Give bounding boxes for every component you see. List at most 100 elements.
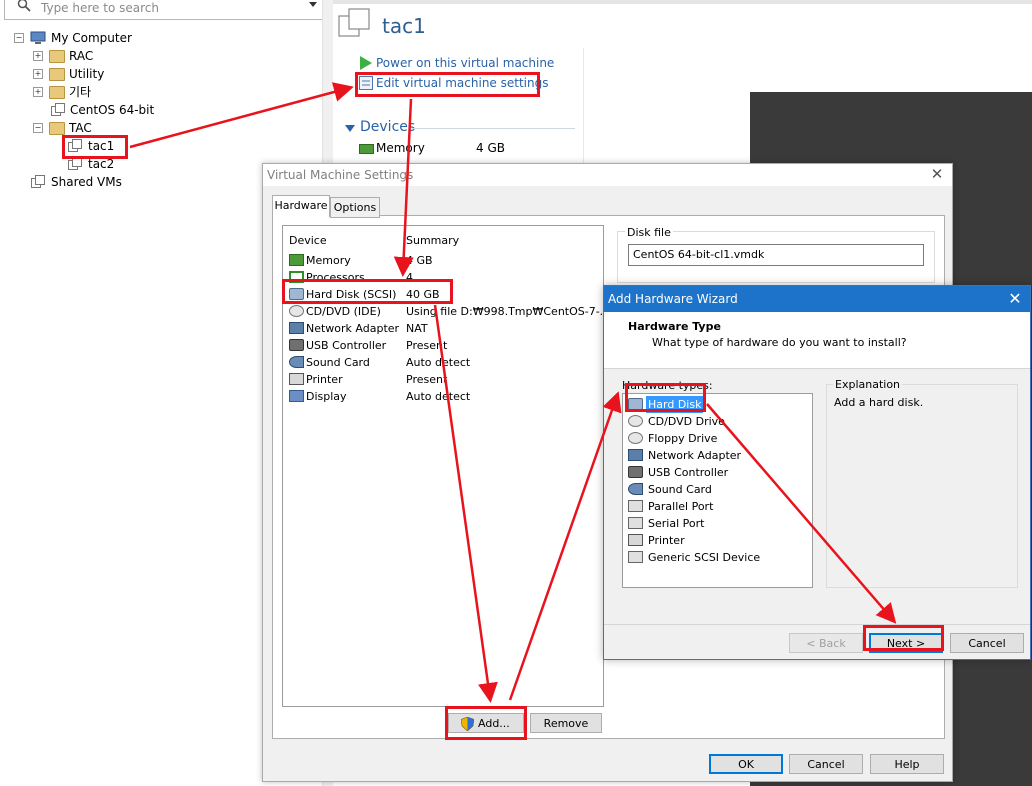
hardware-type-label: Network Adapter [648,449,742,462]
device-summary: Auto detect [406,356,471,369]
tree-item-gita[interactable]: + 기타 [33,83,313,101]
play-icon [360,56,372,70]
device-summary: Auto detect [406,390,471,403]
cd-dvd-icon [289,305,304,317]
tree-item-utility[interactable]: + Utility [33,65,313,83]
ok-button[interactable]: OK [709,754,783,774]
close-icon[interactable]: ✕ [929,166,945,182]
device-name: Display [306,390,347,403]
device-summary: Present [406,373,448,386]
folder-icon [49,68,65,81]
device-row-cd-dvd[interactable]: CD/DVD (IDE) Using file D:₩998.Tmp₩CentO… [287,303,610,320]
device-row-sound-card[interactable]: Sound Card Auto detect [287,354,599,371]
annotation-box-hard-disk [282,279,453,304]
vm-icon [51,103,65,116]
search-input[interactable]: Type here to search [4,0,324,20]
device-row-display[interactable]: Display Auto detect [287,388,599,405]
memory-icon [289,254,304,266]
hardware-type-usb-controller[interactable]: USB Controller [627,464,807,481]
explanation-group [826,384,1018,588]
tree-item-label: RAC [69,49,94,63]
device-summary: Present [406,339,448,352]
hardware-type-label: USB Controller [648,466,729,479]
column-header-summary[interactable]: Summary [406,234,459,247]
hardware-type-label: Serial Port [648,517,705,530]
vm-header [333,4,1032,49]
hardware-types-list[interactable]: Hard Disk CD/DVD Drive Floppy Drive Netw… [622,393,813,588]
hardware-type-generic-scsi[interactable]: Generic SCSI Device [627,549,807,566]
annotation-box-edit-settings [355,72,540,97]
hardware-type-label: Printer [648,534,685,547]
remove-button[interactable]: Remove [530,713,602,733]
devices-header[interactable]: Devices [360,119,415,135]
device-name: CD/DVD (IDE) [306,305,381,318]
wizard-heading: Hardware Type [628,320,721,333]
floppy-icon [628,432,643,444]
close-icon[interactable]: ✕ [1006,290,1024,308]
printer-icon [289,373,304,385]
add-hardware-wizard: Add Hardware Wizard ✕ Hardware Type What… [603,285,1031,660]
divider [412,128,575,129]
printer-icon [628,534,643,546]
collapse-icon[interactable]: − [14,33,24,43]
device-summary: Using file D:₩998.Tmp₩CentOS-7-... [406,305,611,318]
wizard-title: Add Hardware Wizard [608,292,738,306]
chevron-down-icon[interactable] [309,2,317,7]
cancel-button[interactable]: Cancel [789,754,863,774]
annotation-box-add-button [445,706,527,740]
hardware-type-network-adapter[interactable]: Network Adapter [627,447,807,464]
back-button[interactable]: < Back [789,633,863,653]
annotation-box-tac1 [62,135,128,159]
hardware-type-floppy[interactable]: Floppy Drive [627,430,807,447]
expand-icon[interactable]: + [33,51,43,61]
tree-item-my-computer[interactable]: − My Computer [14,29,314,47]
wizard-cancel-button[interactable]: Cancel [950,633,1024,653]
expand-icon[interactable]: + [33,87,43,97]
power-on-link[interactable]: Power on this virtual machine [376,56,554,70]
annotation-box-next-button [863,625,944,651]
hardware-type-serial-port[interactable]: Serial Port [627,515,807,532]
tree-item-centos[interactable]: CentOS 64-bit [33,101,313,119]
tree-item-label: Utility [69,67,105,81]
hardware-type-cd-dvd[interactable]: CD/DVD Drive [627,413,807,430]
dialog-title: Virtual Machine Settings [267,168,414,182]
disk-file-field[interactable]: CentOS 64-bit-cl1.vmdk [628,244,924,266]
expand-icon[interactable]: + [33,69,43,79]
folder-icon [49,86,65,99]
memory-value: 4 GB [476,141,505,155]
hardware-type-printer[interactable]: Printer [627,532,807,549]
serial-port-icon [628,517,643,529]
wizard-subheading: What type of hardware do you want to ins… [652,336,907,349]
divider [604,624,1030,625]
hardware-type-parallel-port[interactable]: Parallel Port [627,498,807,515]
cd-dvd-icon [628,415,643,427]
scsi-icon [628,551,643,563]
folder-icon [49,122,65,135]
collapse-icon[interactable] [345,125,355,132]
tab-hardware[interactable]: Hardware [272,195,330,217]
help-button[interactable]: Help [870,754,944,774]
vm-icon [338,8,370,37]
hardware-type-label: Sound Card [648,483,712,496]
search-icon [17,0,31,12]
tab-options[interactable]: Options [330,197,380,218]
hardware-type-sound-card[interactable]: Sound Card [627,481,807,498]
annotation-box-hard-disk-type [625,383,706,412]
device-name: USB Controller [306,339,387,352]
device-row-network-adapter[interactable]: Network Adapter NAT [287,320,599,337]
computer-icon [30,31,46,44]
sound-card-icon [628,483,643,495]
disk-file-label: Disk file [625,226,673,239]
tree-item-rac[interactable]: + RAC [33,47,313,65]
collapse-icon[interactable]: − [33,123,43,133]
memory-icon [359,144,374,154]
device-row-memory[interactable]: Memory 4 GB [287,252,599,269]
usb-icon [289,339,304,351]
device-row-usb-controller[interactable]: USB Controller Present [287,337,599,354]
explanation-text: Add a hard disk. [834,396,924,409]
tree-item-label: CentOS 64-bit [70,103,155,117]
usb-icon [628,466,643,478]
device-row-printer[interactable]: Printer Present [287,371,599,388]
folder-icon [49,50,65,63]
column-header-device[interactable]: Device [289,234,327,247]
